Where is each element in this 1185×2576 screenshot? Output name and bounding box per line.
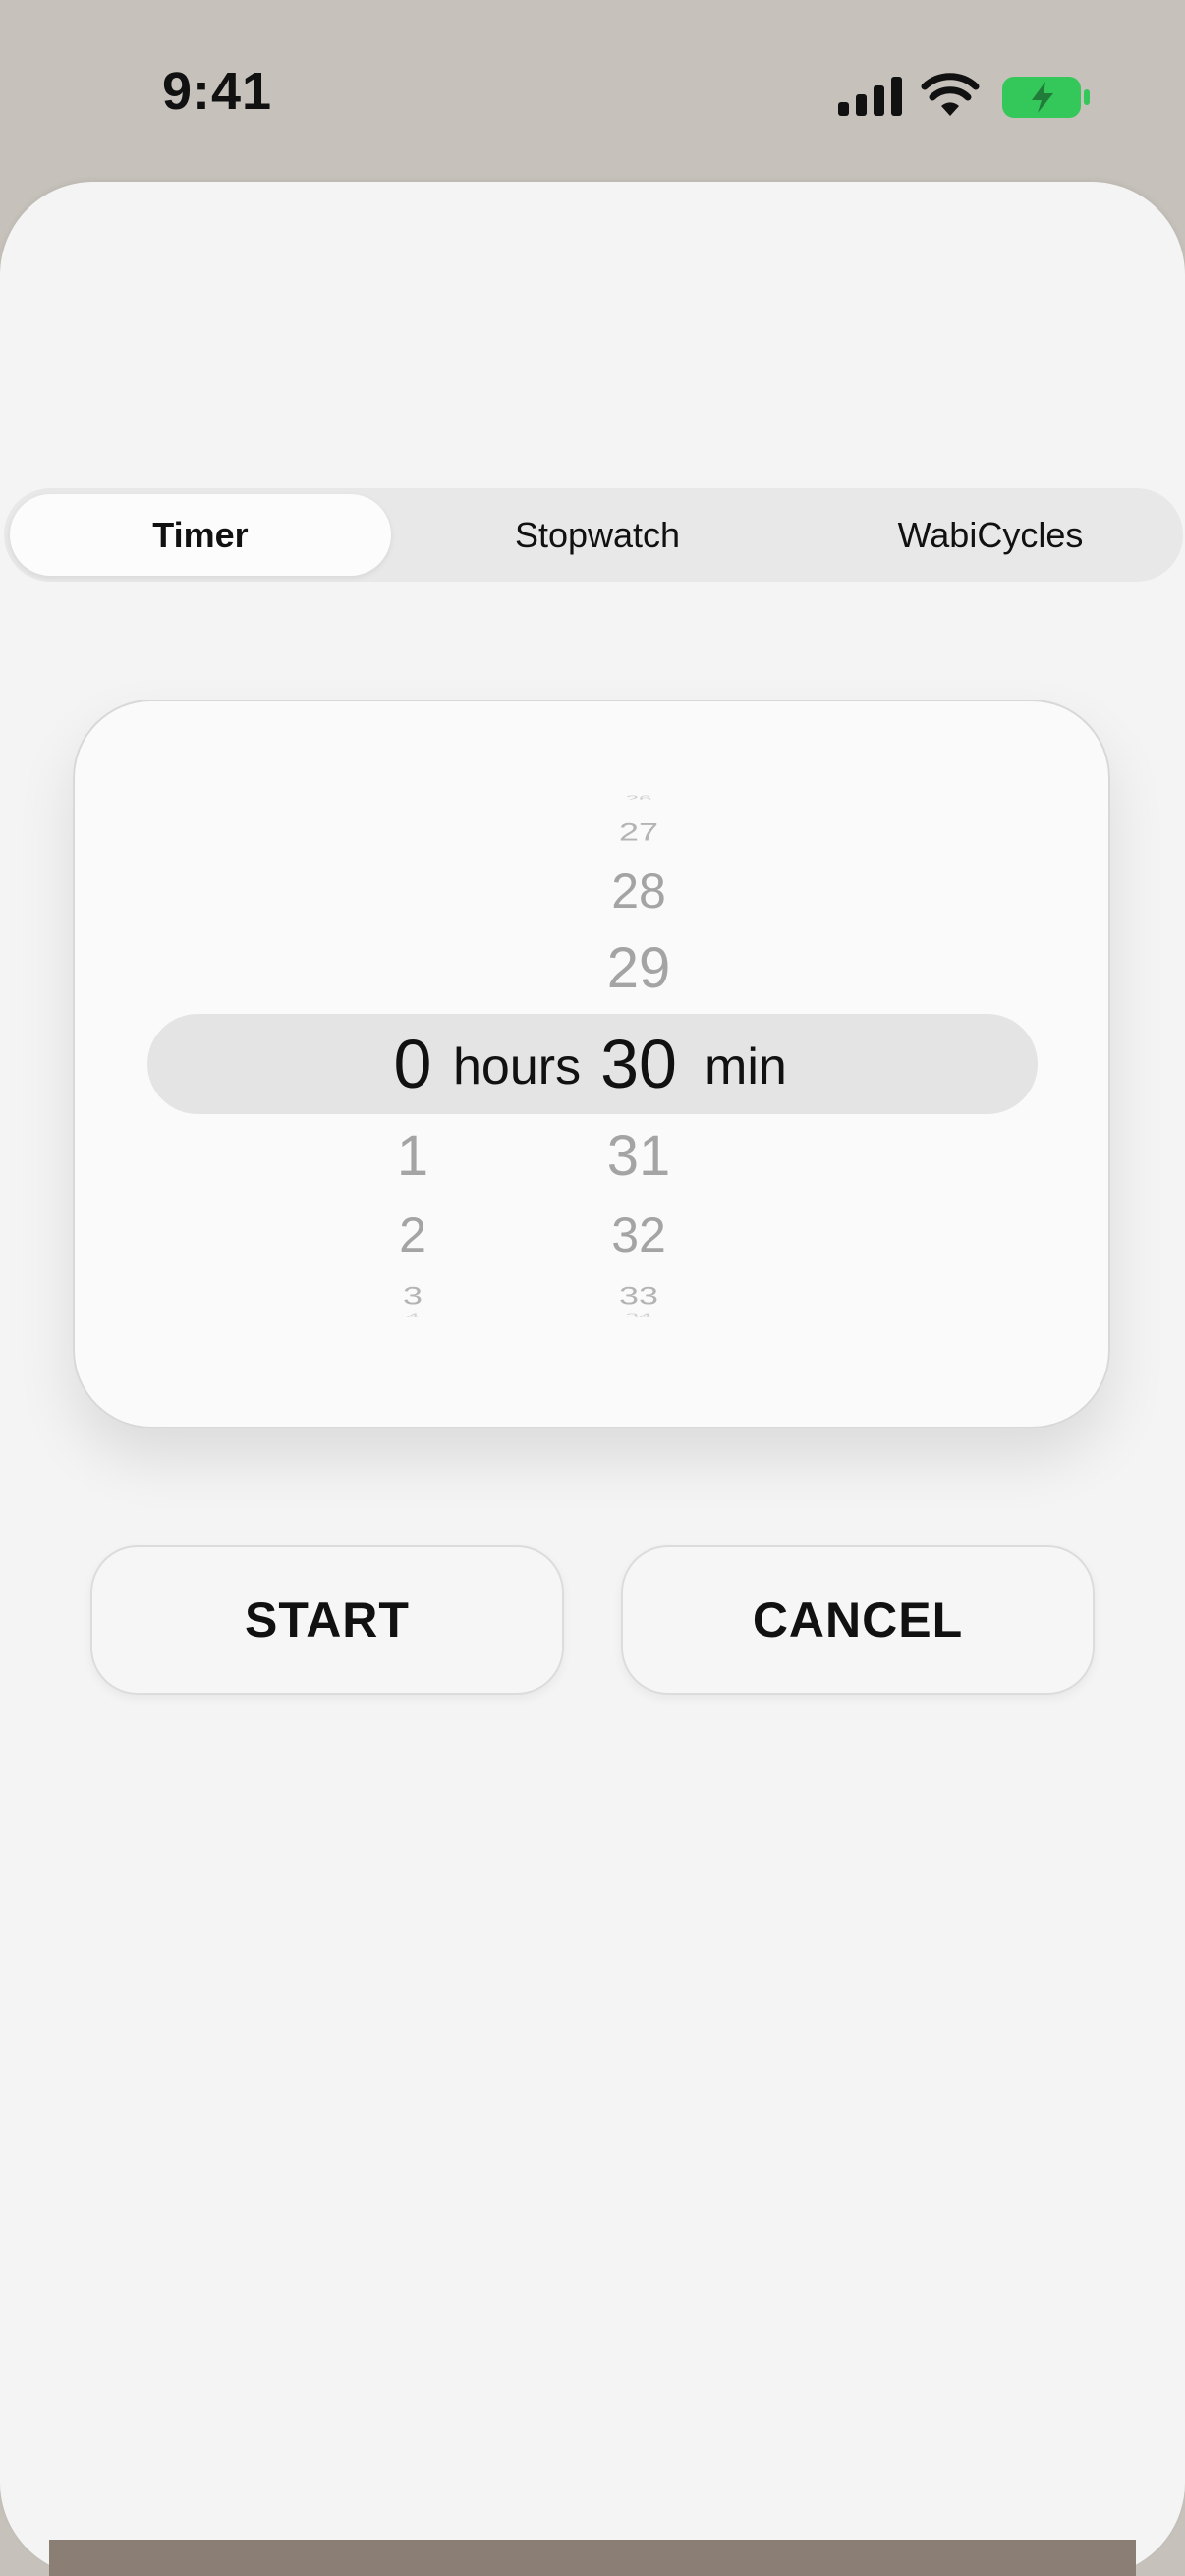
hours-option[interactable]: 1 (354, 1123, 472, 1189)
tab-stopwatch[interactable]: Stopwatch (401, 488, 794, 582)
minutes-option[interactable]: 26 (580, 794, 698, 800)
minutes-selected-value[interactable]: 30 (580, 1025, 698, 1103)
minutes-option[interactable]: 28 (580, 863, 698, 920)
status-time: 9:41 (162, 62, 273, 121)
cancel-button[interactable]: CANCEL (621, 1545, 1095, 1695)
wifi-icon (921, 73, 980, 116)
minutes-option[interactable]: 29 (580, 935, 698, 1001)
tab-wabicycles[interactable]: WabiCycles (794, 488, 1185, 582)
start-button[interactable]: START (90, 1545, 564, 1695)
minutes-option[interactable]: 27 (580, 817, 698, 846)
mode-segmented-control: Timer Stopwatch WabiCycles (4, 488, 1183, 582)
minutes-option[interactable]: 33 (580, 1281, 698, 1310)
hours-option[interactable]: 2 (354, 1206, 472, 1263)
hours-unit-label: hours (453, 1038, 582, 1095)
cellular-signal-icon (838, 77, 902, 116)
status-bar: 9:41 (0, 0, 1185, 182)
hours-option[interactable]: 4 (354, 1312, 472, 1317)
hours-option[interactable]: 3 (354, 1281, 472, 1310)
minutes-option[interactable]: 31 (580, 1123, 698, 1189)
battery-charging-icon (1002, 77, 1090, 118)
minutes-option[interactable]: 34 (580, 1312, 698, 1317)
tab-timer[interactable]: Timer (10, 494, 391, 576)
minutes-unit-label: min (705, 1038, 787, 1095)
minutes-option[interactable]: 32 (580, 1206, 698, 1263)
background-strip (49, 2540, 1136, 2576)
